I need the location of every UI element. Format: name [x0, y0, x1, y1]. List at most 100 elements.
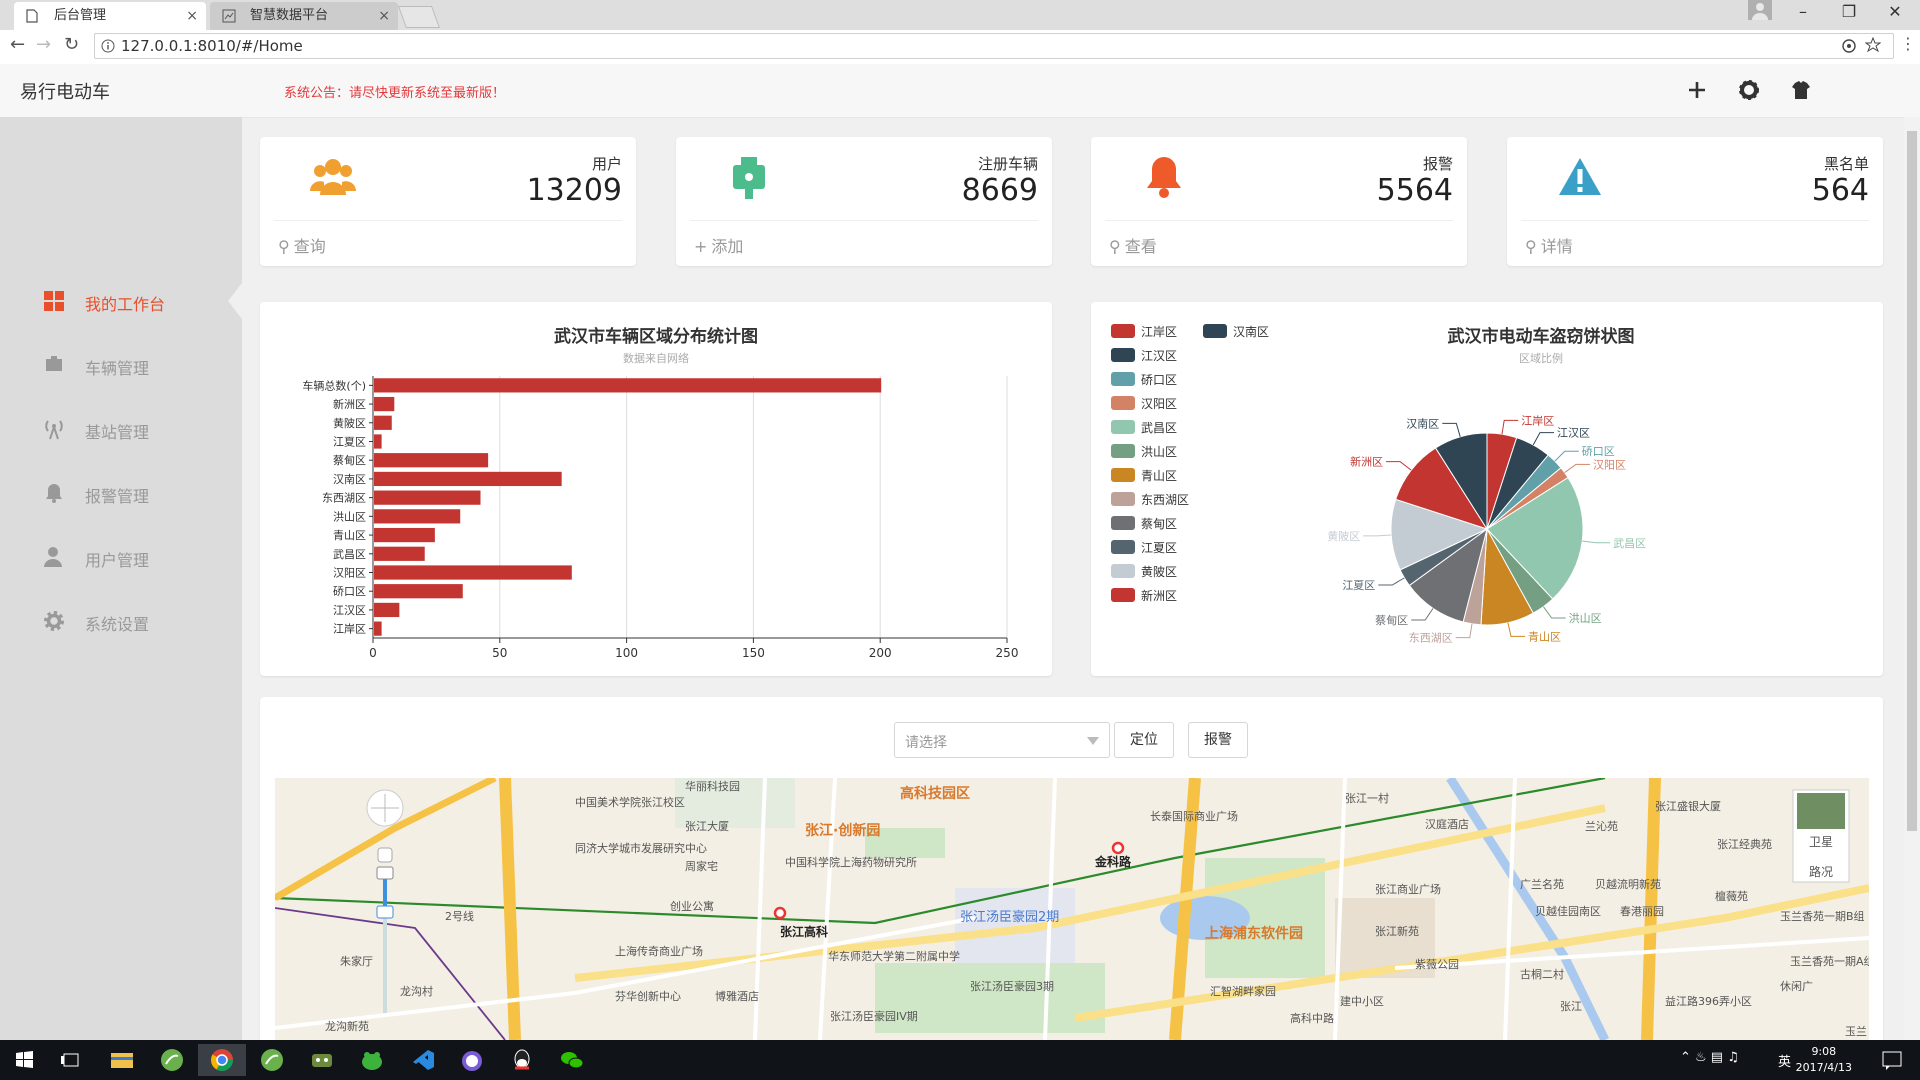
bar[interactable]: [374, 509, 461, 524]
map-label[interactable]: 中国科学院上海药物研究所: [785, 854, 917, 870]
map-label[interactable]: 朱家厅: [340, 953, 373, 969]
chrome-icon[interactable]: [198, 1044, 246, 1076]
bar[interactable]: [374, 584, 463, 599]
query-link[interactable]: ⚲ 查询: [274, 233, 326, 257]
legend-item[interactable]: 汉阳区: [1111, 396, 1177, 411]
map-label[interactable]: 高科技园区: [900, 783, 970, 803]
bar[interactable]: [374, 546, 425, 561]
back-arrow-icon[interactable]: ←: [10, 34, 25, 55]
bar[interactable]: [374, 434, 382, 449]
map-label[interactable]: 博雅酒店: [715, 988, 759, 1004]
page-scrollbar[interactable]: [1904, 117, 1920, 1040]
close-tab-icon[interactable]: ×: [378, 2, 390, 30]
forward-arrow-icon[interactable]: →: [36, 34, 51, 55]
map-label[interactable]: 张江大厦: [685, 818, 729, 834]
map-label[interactable]: 张江盛银大厦: [1655, 798, 1721, 814]
map-label[interactable]: 张江汤臣豪园2期: [960, 906, 1059, 925]
details-link[interactable]: ⚲ 详情: [1521, 233, 1573, 257]
map-label[interactable]: 高科中路: [1290, 1010, 1334, 1026]
map-label[interactable]: 紫薇公园: [1415, 956, 1459, 972]
bar[interactable]: [374, 602, 400, 618]
new-tab-button[interactable]: [397, 6, 441, 28]
sidebar-item-base-stations[interactable]: 基站管理: [0, 405, 242, 453]
shirt-icon[interactable]: [1787, 76, 1815, 104]
bar[interactable]: [374, 378, 882, 393]
map-label[interactable]: 益江路396弄小区: [1665, 993, 1752, 1009]
bookmark-star-icon[interactable]: [1865, 37, 1881, 53]
reload-icon[interactable]: ↻: [64, 34, 79, 55]
map-label[interactable]: 华丽科技园: [685, 778, 740, 794]
bar[interactable]: [374, 527, 435, 543]
clock[interactable]: 9:08 2017/4/13: [1796, 1044, 1852, 1076]
map-label[interactable]: 广兰名苑: [1520, 876, 1564, 892]
notifications-icon[interactable]: [1880, 1048, 1904, 1072]
cat-app-icon[interactable]: [448, 1044, 496, 1076]
map-label[interactable]: 贝越佳园南区: [1535, 903, 1601, 919]
close-tab-icon[interactable]: ×: [186, 2, 198, 30]
map-view[interactable]: 华丽科技园 中国美术学院张江校区 张江大厦同济大学城市发展研究中心周家宅 中国科学院上…: [275, 778, 1869, 1040]
map-label[interactable]: 长泰国际商业广场: [1150, 808, 1238, 824]
map-label[interactable]: 上海传奇商业广场: [615, 943, 703, 959]
ime-indicator[interactable]: 英: [1778, 1051, 1791, 1070]
map-label[interactable]: 玉兰: [1845, 1023, 1867, 1039]
map-label[interactable]: 芬华创新中心: [615, 988, 681, 1004]
url-input[interactable]: 127.0.0.1:8010/#/Home: [94, 33, 1894, 59]
map-label[interactable]: 建中小区: [1340, 993, 1384, 1009]
bar[interactable]: [374, 453, 489, 468]
legend-item[interactable]: 新洲区: [1111, 588, 1177, 603]
map-label[interactable]: 2号线: [445, 908, 474, 924]
legend-item[interactable]: 洪山区: [1111, 444, 1177, 459]
profile-avatar-icon[interactable]: [1748, 0, 1772, 20]
map-label[interactable]: 兰沁苑: [1585, 818, 1618, 834]
map-label[interactable]: 张江一村: [1345, 790, 1389, 806]
sidebar-item-vehicles[interactable]: 车辆管理: [0, 341, 242, 389]
view-link[interactable]: ⚲ 查看: [1105, 233, 1157, 257]
gear-icon[interactable]: [1735, 76, 1763, 104]
map-label[interactable]: 同济大学城市发展研究中心: [575, 840, 707, 856]
map-label[interactable]: 张江新苑: [1375, 923, 1419, 939]
legend-item[interactable]: 黄陂区: [1111, 564, 1177, 579]
district-select[interactable]: 请选择: [894, 722, 1110, 758]
robot-app-icon[interactable]: [298, 1044, 346, 1076]
vscode-icon[interactable]: [398, 1044, 446, 1076]
map-label[interactable]: 创业公寓: [670, 898, 714, 914]
location-icon[interactable]: [1841, 38, 1857, 54]
map-label[interactable]: 汉庭酒店: [1425, 816, 1469, 832]
bar[interactable]: [374, 621, 382, 636]
map-label[interactable]: 龙沟村: [400, 983, 433, 999]
map-label[interactable]: 休闲广: [1780, 978, 1813, 994]
map-label[interactable]: 张江: [1560, 998, 1582, 1014]
map-label[interactable]: 贝越流明新苑: [1595, 876, 1661, 892]
tab-smart-data-platform[interactable]: 智慧数据平台 ×: [210, 2, 398, 30]
locate-button[interactable]: 定位: [1114, 722, 1174, 758]
satellite-toggle[interactable]: 卫星: [1809, 833, 1833, 850]
map-label[interactable]: 张江商业广场: [1375, 881, 1441, 897]
sidebar-item-workbench[interactable]: 我的工作台: [0, 277, 242, 325]
map-label[interactable]: 金科路: [1095, 853, 1131, 870]
map-label[interactable]: 张江汤臣豪园3期: [970, 978, 1054, 994]
task-view-icon[interactable]: [48, 1044, 96, 1076]
add-link[interactable]: + 添加: [690, 233, 743, 257]
menu-dots-icon[interactable]: ⋮: [1900, 34, 1916, 53]
tab-backend-admin[interactable]: 后台管理 ×: [14, 2, 206, 30]
map-label[interactable]: 玉兰香苑一期B组: [1780, 908, 1865, 924]
legend-item[interactable]: 江夏区: [1111, 540, 1177, 555]
sidebar-item-users[interactable]: 用户管理: [0, 533, 242, 581]
map-label[interactable]: 玉兰香苑一期A组团: [1790, 953, 1869, 969]
map-label[interactable]: 周家宅: [685, 858, 718, 874]
bar[interactable]: [374, 415, 392, 430]
sidebar-item-settings[interactable]: 系统设置: [0, 597, 242, 645]
scrollbar-thumb[interactable]: [1907, 131, 1917, 831]
legend-item[interactable]: 青山区: [1111, 468, 1177, 483]
map-label[interactable]: 龙沟新苑: [325, 1018, 369, 1034]
legend-item[interactable]: 江岸区: [1111, 324, 1177, 339]
bar[interactable]: [374, 490, 481, 505]
legend-item[interactable]: 硚口区: [1111, 372, 1177, 387]
legend-item[interactable]: 武昌区: [1111, 420, 1177, 435]
map-label[interactable]: 上海浦东软件园: [1205, 923, 1303, 943]
qq-icon[interactable]: [498, 1044, 546, 1076]
traffic-toggle[interactable]: 路况: [1809, 863, 1833, 880]
legend-item[interactable]: 江汉区: [1111, 348, 1177, 363]
legend-item[interactable]: 蔡甸区: [1111, 516, 1177, 531]
map-label[interactable]: 中国美术学院张江校区: [575, 794, 685, 810]
